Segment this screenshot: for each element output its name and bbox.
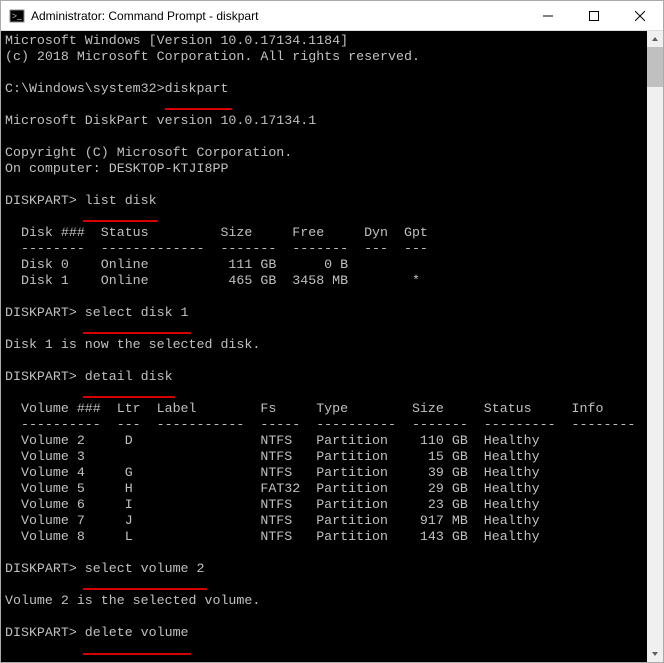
cmd-diskpart: diskpart <box>165 81 229 96</box>
cmd-window: >_ Administrator: Command Prompt - diskp… <box>0 0 664 663</box>
volume-table-header: Volume ### Ltr Label Fs Type Size Status… <box>5 401 603 416</box>
diskpart-prompt: DISKPART> <box>5 193 85 208</box>
diskpart-prompt: DISKPART> <box>5 625 85 640</box>
volume-row: Volume 7 J NTFS Partition 917 MB Healthy <box>5 513 540 528</box>
volume-table-divider: ---------- --- ----------- ----- -------… <box>5 417 635 432</box>
volume-row: Volume 5 H FAT32 Partition 29 GB Healthy <box>5 481 540 496</box>
volume-row: Volume 6 I NTFS Partition 23 GB Healthy <box>5 497 540 512</box>
disk-table-header: Disk ### Status Size Free Dyn Gpt <box>5 225 428 240</box>
cmd-detail-disk: detail disk <box>85 369 173 384</box>
msg-volume-selected: Volume 2 is the selected volume. <box>5 593 260 608</box>
terminal-output[interactable]: Microsoft Windows [Version 10.0.17134.11… <box>1 31 647 662</box>
cmd-icon: >_ <box>9 8 25 24</box>
msg-disk-selected: Disk 1 is now the selected disk. <box>5 337 260 352</box>
underline-annotation <box>83 332 191 334</box>
cmd-list-disk: list disk <box>85 193 157 208</box>
underline-annotation <box>83 653 191 655</box>
window-controls <box>525 1 663 30</box>
diskpart-copyright: Copyright (C) Microsoft Corporation. <box>5 145 292 160</box>
disk-table-divider: -------- ------------- ------- ------- -… <box>5 241 428 256</box>
titlebar[interactable]: >_ Administrator: Command Prompt - diskp… <box>1 1 663 31</box>
volume-row: Volume 3 NTFS Partition 15 GB Healthy <box>5 449 540 464</box>
underline-annotation <box>165 108 232 110</box>
terminal-area: Microsoft Windows [Version 10.0.17134.11… <box>1 31 663 662</box>
scroll-thumb[interactable] <box>647 47 663 87</box>
os-copyright: (c) 2018 Microsoft Corporation. All righ… <box>5 49 420 64</box>
scroll-up-button[interactable] <box>647 31 663 47</box>
volume-row: Volume 8 L NTFS Partition 143 GB Healthy <box>5 529 540 544</box>
diskpart-prompt: DISKPART> <box>5 369 85 384</box>
cmd-select-disk: select disk 1 <box>85 305 189 320</box>
volume-row: Volume 2 D NTFS Partition 110 GB Healthy <box>5 433 540 448</box>
scroll-down-button[interactable] <box>647 646 663 662</box>
cmd-delete-volume: delete volume <box>85 625 189 640</box>
os-version: Microsoft Windows [Version 10.0.17134.11… <box>5 33 348 48</box>
underline-annotation <box>83 396 175 398</box>
cmd-select-volume: select volume 2 <box>85 561 205 576</box>
svg-text:>_: >_ <box>12 11 22 21</box>
vertical-scrollbar[interactable] <box>647 31 663 662</box>
underline-annotation <box>83 220 158 222</box>
volume-row: Volume 4 G NTFS Partition 39 GB Healthy <box>5 465 540 480</box>
maximize-button[interactable] <box>571 1 617 30</box>
diskpart-prompt: DISKPART> <box>5 561 85 576</box>
close-button[interactable] <box>617 1 663 30</box>
disk-row: Disk 0 Online 111 GB 0 B <box>5 257 348 272</box>
diskpart-computer: On computer: DESKTOP-KTJI8PP <box>5 161 228 176</box>
scroll-track[interactable] <box>647 47 663 646</box>
diskpart-prompt: DISKPART> <box>5 305 85 320</box>
window-title: Administrator: Command Prompt - diskpart <box>31 9 525 23</box>
disk-row: Disk 1 Online 465 GB 3458 MB * <box>5 273 420 288</box>
underline-annotation <box>83 588 207 590</box>
diskpart-version: Microsoft DiskPart version 10.0.17134.1 <box>5 113 316 128</box>
shell-prompt: C:\Windows\system32> <box>5 81 165 96</box>
minimize-button[interactable] <box>525 1 571 30</box>
